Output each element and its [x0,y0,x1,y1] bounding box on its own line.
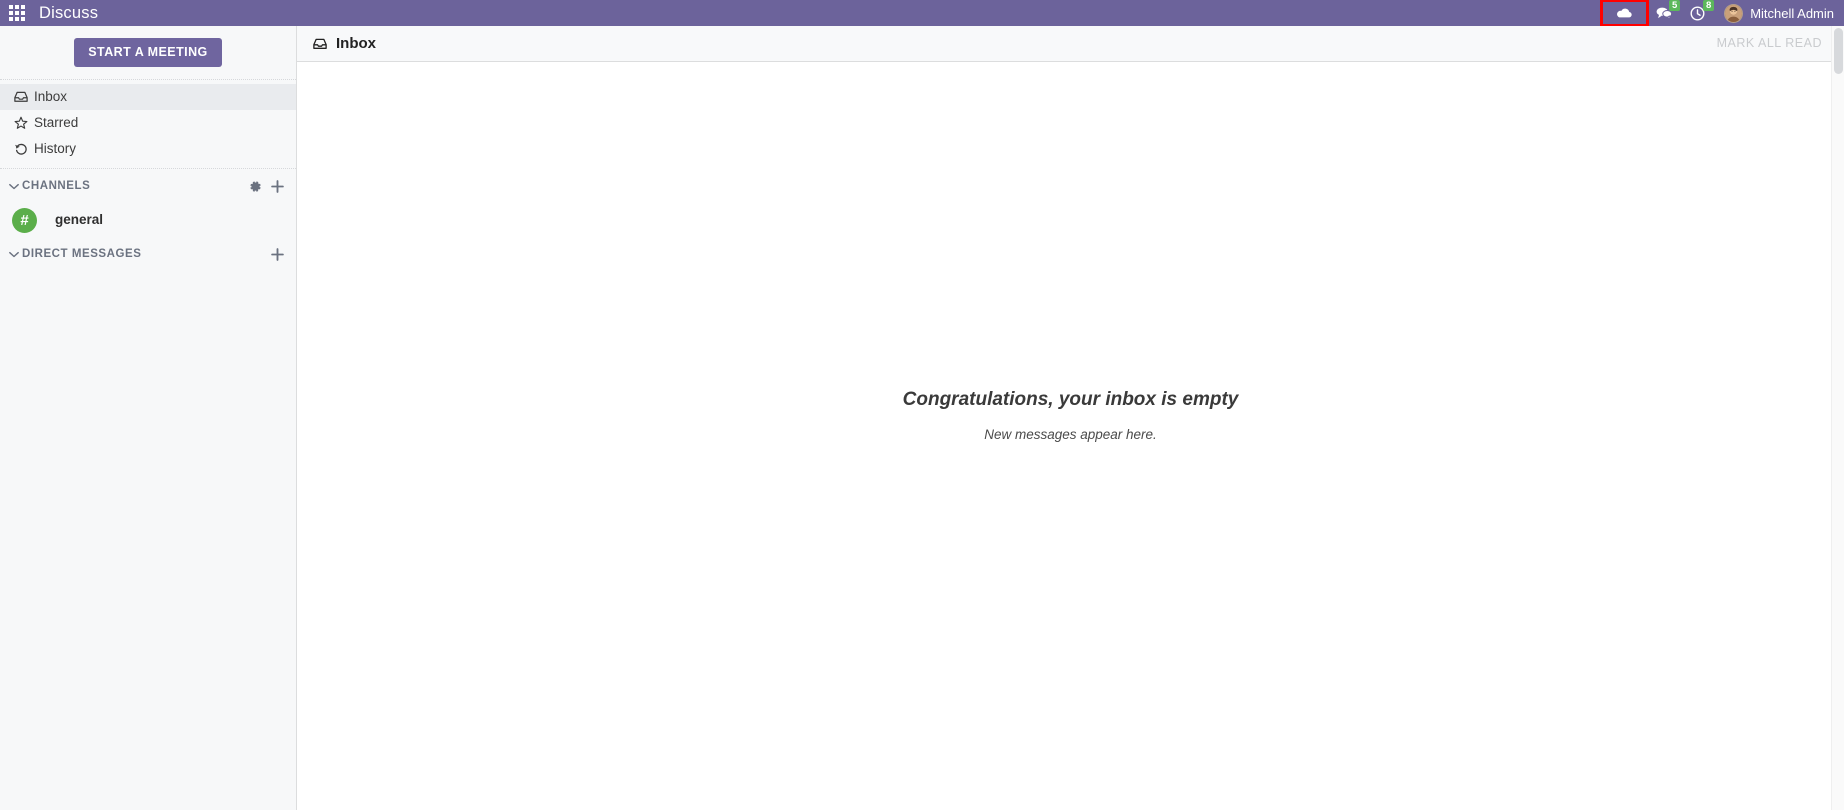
direct-messages-section-actions [271,247,284,261]
app-body: START A MEETING Inbox Starred History CH… [0,26,1844,810]
direct-messages-section-header[interactable]: DIRECT MESSAGES [0,237,296,271]
plus-icon[interactable] [271,179,284,193]
channel-avatar: # [12,207,37,233]
direct-messages-section-title: DIRECT MESSAGES [22,248,142,260]
star-icon [14,116,34,130]
page-title: Inbox [336,35,376,52]
mailbox-list: Inbox Starred History [0,80,296,169]
sidebar-channel-general[interactable]: # general [0,203,296,237]
sidebar-item-inbox[interactable]: Inbox [0,84,296,110]
history-icon [14,142,34,156]
cloud-icon [1617,8,1632,17]
channel-name-label: general [55,212,104,228]
avatar-image [1725,4,1743,22]
channels-section-header[interactable]: CHANNELS [0,169,296,203]
sidebar-item-history-label: History [34,141,77,157]
main-content: Inbox MARK ALL READ Congratulations, you… [297,26,1844,810]
navbar-left: Discuss [0,4,98,22]
app-brand-title[interactable]: Discuss [39,5,98,22]
sidebar-item-starred[interactable]: Starred [0,110,296,136]
sidebar-item-inbox-label: Inbox [34,89,68,105]
chevron-down-icon[interactable] [6,251,22,258]
gear-icon[interactable] [249,180,262,193]
plus-icon[interactable] [271,247,284,261]
user-name-label: Mitchell Admin [1750,5,1834,21]
scrollbar-thumb[interactable] [1834,28,1843,74]
inbox-empty-state: Congratulations, your inbox is empty New… [297,62,1844,810]
navbar-right: 5 8 Mitchell Admin [1600,0,1844,27]
channels-section-title: CHANNELS [22,180,91,192]
start-meeting-section: START A MEETING [0,26,296,80]
empty-state-title: Congratulations, your inbox is empty [902,388,1239,410]
start-meeting-button[interactable]: START A MEETING [74,38,222,67]
messages-badge: 5 [1669,0,1681,11]
sidebar-item-history[interactable]: History [0,136,296,162]
avatar [1724,3,1744,23]
user-menu-button[interactable]: Mitchell Admin [1714,3,1834,23]
messages-menu-button[interactable]: 5 [1647,0,1681,26]
sidebar-item-starred-label: Starred [34,115,79,131]
mark-all-read-button[interactable]: MARK ALL READ [1707,31,1832,56]
content-header: Inbox MARK ALL READ [297,26,1844,62]
inbox-icon [313,38,327,50]
top-navbar: Discuss 5 8 Mitchell Admin [0,0,1844,27]
cloud-status-button[interactable] [1600,0,1650,27]
apps-grid-icon[interactable] [9,4,26,22]
activities-menu-button[interactable]: 8 [1681,0,1715,26]
content-title-wrap: Inbox [313,36,376,51]
inbox-icon [14,91,34,103]
sidebar: START A MEETING Inbox Starred History CH… [0,26,297,810]
empty-state-subtitle: New messages appear here. [984,427,1157,443]
vertical-scrollbar[interactable] [1831,26,1844,810]
activities-badge: 8 [1703,0,1715,11]
chevron-down-icon[interactable] [6,183,22,190]
channels-section-actions [249,179,284,193]
